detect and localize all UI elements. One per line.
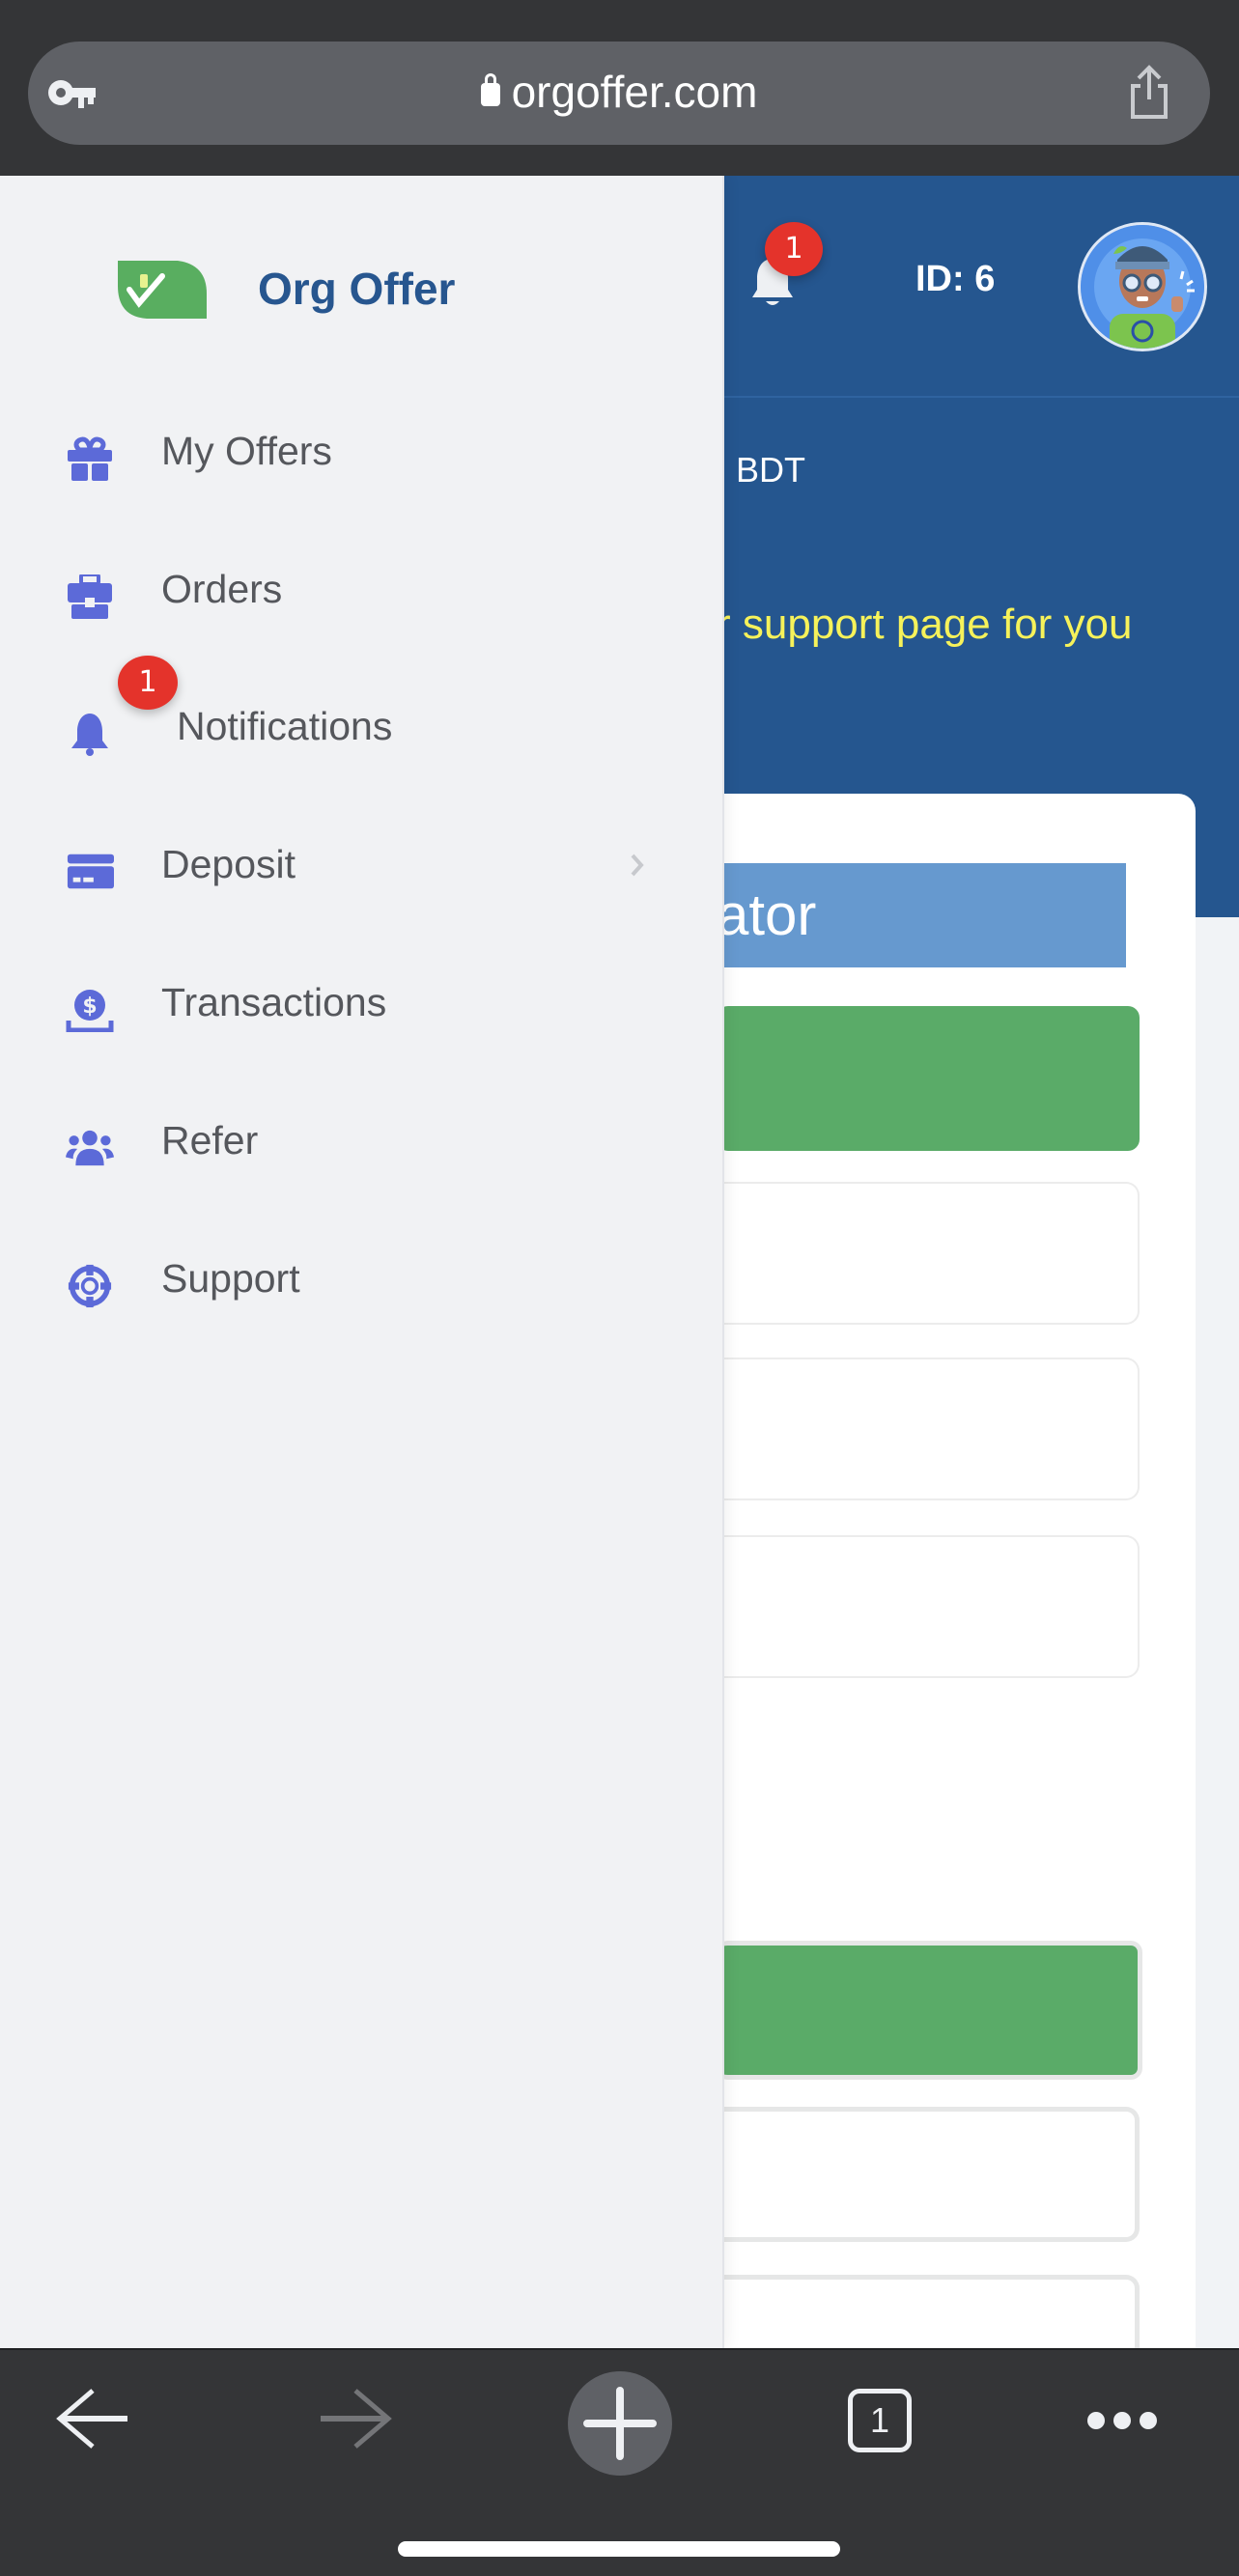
money-receive-icon: $ bbox=[66, 990, 114, 1032]
input-field-1[interactable] bbox=[717, 2107, 1140, 2242]
org-offer-logo-icon bbox=[118, 261, 207, 319]
info-box-1[interactable] bbox=[717, 1182, 1140, 1325]
nav-label: My Offers bbox=[161, 429, 332, 473]
brand-name: Org Offer bbox=[258, 264, 456, 314]
bell-icon bbox=[71, 714, 108, 756]
card-title: ator bbox=[717, 863, 1126, 967]
briefcase-icon bbox=[68, 574, 112, 619]
users-icon bbox=[66, 1130, 114, 1166]
nav-item-refer[interactable]: Refer bbox=[0, 1097, 722, 1193]
info-box-3[interactable] bbox=[717, 1535, 1140, 1678]
share-icon[interactable] bbox=[1127, 65, 1171, 121]
input-field-2[interactable] bbox=[717, 2275, 1140, 2348]
chevron-right-icon bbox=[631, 854, 644, 877]
tabs-button[interactable]: 1 bbox=[848, 2389, 912, 2452]
card-title-text: ator bbox=[717, 882, 817, 947]
svg-text:$: $ bbox=[82, 994, 97, 1019]
nav-label: Deposit bbox=[161, 842, 296, 886]
tab-count: 1 bbox=[869, 2400, 890, 2440]
lifebuoy-icon bbox=[68, 1264, 112, 1308]
balance-currency: BDT bbox=[736, 450, 805, 490]
browser-top-bar: orgoffer.com bbox=[0, 0, 1239, 176]
nav-label: Notifications bbox=[177, 704, 393, 748]
nav-item-transactions[interactable]: $ Transactions bbox=[0, 959, 722, 1055]
nav-label: Orders bbox=[161, 567, 283, 611]
info-box-2[interactable] bbox=[717, 1358, 1140, 1500]
announcement-marquee: r support page for you bbox=[717, 601, 1133, 648]
avatar-illustration bbox=[1081, 225, 1204, 349]
url-text[interactable]: orgoffer.com bbox=[28, 63, 1210, 121]
plus-icon bbox=[583, 2387, 657, 2460]
page-viewport: 1 ID: 6 BDT r support page for you ator bbox=[0, 176, 1239, 2348]
notifications-badge: 1 bbox=[118, 656, 178, 710]
arrow-right-icon[interactable] bbox=[317, 2385, 394, 2452]
browser-bottom-toolbar: 1 bbox=[0, 2348, 1239, 2576]
credit-card-icon bbox=[67, 854, 114, 889]
nav-item-my-offers[interactable]: My Offers bbox=[0, 407, 722, 504]
address-bar[interactable]: orgoffer.com bbox=[28, 42, 1210, 145]
gift-icon bbox=[68, 436, 112, 481]
user-avatar[interactable] bbox=[1078, 222, 1207, 351]
url-domain: orgoffer.com bbox=[511, 67, 758, 117]
arrow-left-icon[interactable] bbox=[54, 2385, 131, 2452]
lock-icon bbox=[480, 73, 500, 106]
user-id: ID: 6 bbox=[915, 259, 996, 299]
home-indicator bbox=[398, 2541, 840, 2557]
nav-item-notifications[interactable]: 1 Notifications bbox=[0, 656, 722, 779]
nav-item-deposit[interactable]: Deposit bbox=[0, 821, 722, 917]
more-icon[interactable] bbox=[1084, 2406, 1161, 2435]
nav-item-support[interactable]: Support bbox=[0, 1235, 722, 1331]
primary-action-button[interactable] bbox=[717, 1006, 1140, 1151]
new-tab-button[interactable] bbox=[568, 2371, 672, 2476]
nav-label: Support bbox=[161, 1256, 300, 1301]
notification-count-badge: 1 bbox=[765, 222, 823, 276]
nav-label: Transactions bbox=[161, 980, 387, 1024]
secondary-action-button[interactable] bbox=[717, 1941, 1142, 2080]
nav-item-orders[interactable]: Orders bbox=[0, 546, 722, 642]
side-drawer: Org Offer My Offers Orders 1 Notificatio… bbox=[0, 176, 724, 2348]
nav-label: Refer bbox=[161, 1118, 259, 1162]
